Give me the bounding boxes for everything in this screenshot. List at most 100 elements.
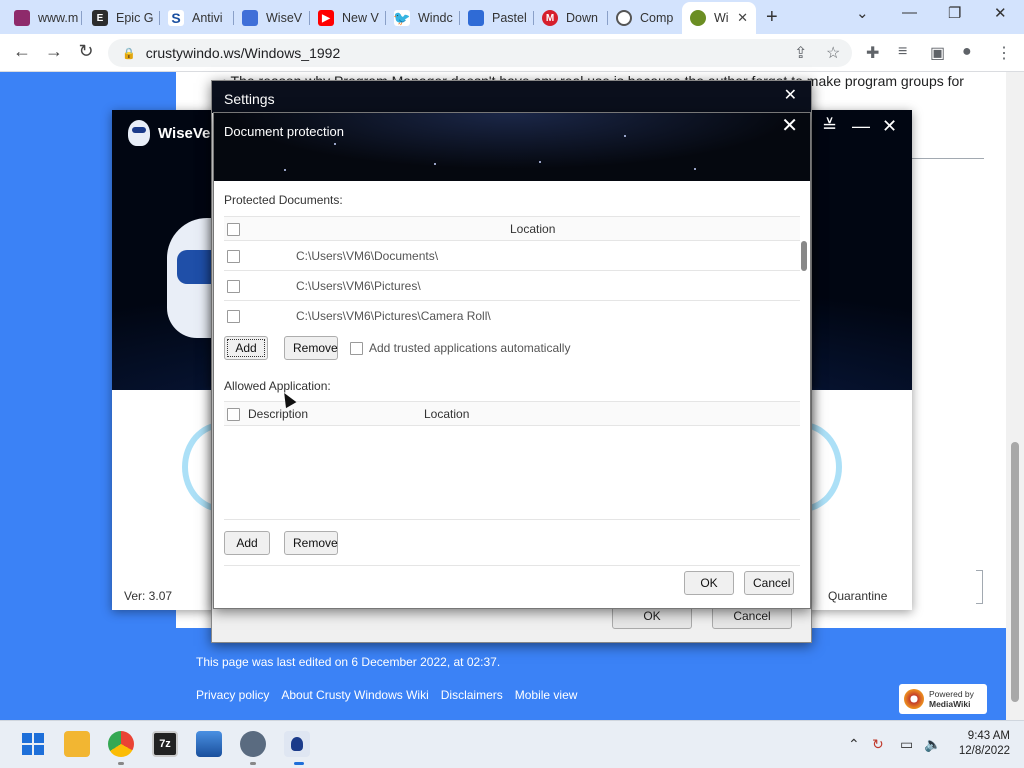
select-all-apps-checkbox[interactable] (227, 408, 240, 421)
extensions-icon[interactable]: ✚ (866, 43, 879, 63)
version-label: Ver: 3.07 (124, 589, 173, 603)
close-window-icon[interactable]: ✕ (994, 4, 1007, 22)
browser-tab[interactable]: Comp (608, 4, 680, 32)
photos-icon[interactable] (196, 731, 222, 757)
browser-toolbar: ← → ↻ 🔒 crustywindo.ws/Windows_1992 ⇪ ☆ … (0, 34, 1024, 72)
browser-tab[interactable]: M Down (534, 4, 608, 32)
url-text: crustywindo.ws/Windows_1992 (145, 45, 341, 61)
address-bar[interactable]: 🔒 crustywindo.ws/Windows_1992 (108, 39, 852, 67)
clock-time: 9:43 AM (967, 730, 1010, 742)
footer-links: Privacy policy About Crusty Windows Wiki… (196, 688, 577, 702)
dropdown-menu-icon[interactable]: ≚ (822, 116, 837, 137)
close-icon[interactable]: ✕ (882, 116, 897, 137)
footer-link-mobile[interactable]: Mobile view (515, 688, 578, 702)
description-column-header: Description (248, 407, 309, 421)
quarantine-link[interactable]: Quarantine (828, 589, 887, 603)
location-column-header: Location (424, 407, 470, 421)
close-tab-icon[interactable]: ✕ (737, 10, 748, 26)
ok-button[interactable]: OK (684, 571, 734, 595)
add-application-button[interactable]: Add (224, 531, 270, 555)
epic-games-icon: E (92, 10, 108, 26)
tab-label: Wi (714, 11, 729, 25)
file-explorer-icon[interactable] (64, 731, 90, 757)
settings-icon[interactable] (240, 731, 266, 757)
powered-by-mediawiki-badge[interactable]: Powered by MediaWiki (899, 684, 987, 714)
new-tab-icon[interactable]: + (766, 6, 778, 29)
menu-dots-icon[interactable]: ⋮ (996, 43, 1012, 63)
table-row[interactable]: C:\Users\VM6\Documents\ (224, 241, 800, 271)
cancel-button[interactable]: Cancel (744, 571, 794, 595)
volume-icon[interactable]: 🔈 (924, 736, 941, 753)
mediawiki-logo-icon (904, 689, 924, 709)
protected-documents-label: Protected Documents: (224, 193, 343, 207)
network-icon[interactable]: ▭ (900, 736, 913, 753)
auto-trust-checkbox[interactable] (350, 341, 363, 355)
start-icon[interactable] (20, 731, 46, 757)
wisevector-tray-icon[interactable]: ↻ (872, 736, 884, 753)
wisevector-icon[interactable] (284, 731, 310, 757)
browser-tab[interactable]: WiseV (234, 4, 310, 32)
minimize-icon[interactable]: — (852, 116, 870, 137)
remove-document-button[interactable]: Remove (284, 336, 338, 360)
protected-documents-list: C:\Users\VM6\Documents\ C:\Users\VM6\Pic… (214, 241, 810, 325)
browser-tab[interactable]: www.m (6, 4, 82, 32)
footer-link-privacy[interactable]: Privacy policy (196, 688, 269, 702)
tab-label: Windc (418, 11, 453, 25)
back-icon[interactable]: ← (10, 41, 34, 62)
footer-link-disclaimers[interactable]: Disclaimers (441, 688, 503, 702)
protected-table-header: Location (224, 216, 800, 241)
youtube-icon: ▶ (318, 10, 334, 26)
forward-icon[interactable]: → (42, 41, 66, 62)
page-scrollbar[interactable] (1006, 72, 1024, 720)
lock-icon[interactable]: 🔒 (122, 47, 136, 60)
malwarebytes-icon: M (542, 10, 558, 26)
dialog-close-icon[interactable]: ✕ (781, 113, 798, 138)
row-checkbox[interactable] (227, 310, 240, 323)
compare-icon (616, 10, 632, 26)
settings-close-icon[interactable]: ✕ (784, 85, 797, 105)
profile-avatar-icon[interactable]: ● (962, 43, 972, 61)
wisevector-logo: WiseVec (128, 120, 219, 146)
browser-tab[interactable]: E Epic G (84, 4, 160, 32)
browser-tab[interactable]: 🐦 Windc (386, 4, 460, 32)
last-edited-text: This page was last edited on 6 December … (196, 655, 501, 669)
table-row[interactable]: C:\Users\VM6\Pictures\ (224, 271, 800, 301)
list-scrollbar-thumb[interactable] (801, 241, 807, 271)
row-checkbox[interactable] (227, 250, 240, 263)
share-icon[interactable]: ⇪ (794, 43, 807, 63)
browser-tab-active[interactable]: Wi ✕ (682, 2, 756, 34)
row-checkbox[interactable] (227, 280, 240, 293)
robot-logo-icon (128, 120, 150, 146)
twitter-icon: 🐦 (393, 9, 411, 26)
show-hidden-icons-icon[interactable]: ⌃ (848, 736, 860, 753)
tab-label: Down (566, 11, 598, 25)
tab-label: Comp (640, 11, 674, 25)
minimize-icon[interactable]: — (902, 4, 917, 21)
dialog-title: Document protection (224, 124, 344, 139)
side-panel-icon[interactable]: ▣ (930, 43, 945, 63)
add-document-button[interactable]: Add (224, 336, 268, 360)
allowed-applications-list (224, 426, 800, 520)
remove-application-button[interactable]: Remove (284, 531, 338, 555)
bookmark-star-icon[interactable]: ☆ (826, 43, 840, 63)
wisevector-icon (242, 10, 258, 26)
system-clock[interactable]: 9:43 AM 12/8/2022 (952, 729, 1010, 759)
browser-tab-strip: www.m E Epic G S Antivi WiseV ▶ New V 🐦 … (0, 0, 1024, 34)
chrome-icon[interactable] (108, 731, 134, 757)
media-control-icon[interactable]: ≡ (898, 43, 907, 61)
maximize-icon[interactable]: ❐ (948, 4, 961, 22)
7zip-icon[interactable]: 7z (152, 731, 178, 757)
footer-link-about[interactable]: About Crusty Windows Wiki (281, 688, 428, 702)
auto-trust-option[interactable]: Add trusted applications automatically (350, 341, 570, 355)
select-all-checkbox[interactable] (227, 223, 240, 236)
tab-label: WiseV (266, 11, 303, 25)
reload-icon[interactable]: ↻ (74, 41, 98, 62)
table-row[interactable]: C:\Users\VM6\Pictures\Camera Roll\ (224, 301, 800, 325)
dialog-header: Document protection ✕ (214, 113, 810, 181)
tab-search-icon[interactable]: ⌄ (856, 4, 869, 22)
browser-tab[interactable]: ▶ New V (310, 4, 386, 32)
browser-tab[interactable]: S Antivi (160, 4, 234, 32)
windows-taskbar: 7z ⌃ ↻ ▭ 🔈 9:43 AM 12/8/2022 (0, 720, 1024, 768)
scrollbar-thumb[interactable] (1011, 442, 1019, 702)
browser-tab[interactable]: Pastel (460, 4, 534, 32)
